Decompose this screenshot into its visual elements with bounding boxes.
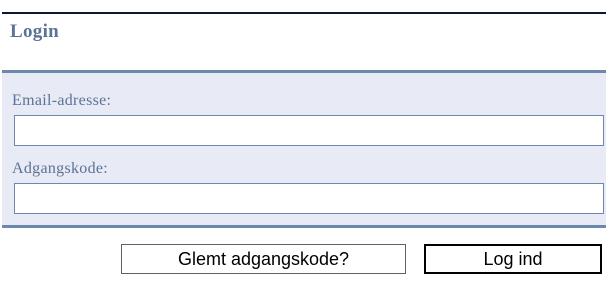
email-label: Email-adresse: (12, 92, 112, 109)
login-form: Email-adresse: Adgangskode: (2, 73, 606, 225)
login-button[interactable]: Log ind (424, 244, 602, 274)
email-field[interactable] (14, 115, 604, 146)
footer-divider (2, 225, 606, 228)
login-header (2, 14, 606, 70)
password-field[interactable] (14, 183, 604, 214)
forgot-password-button[interactable]: Glemt adgangskode? (121, 244, 406, 274)
login-panel: Login Email-adresse: Adgangskode: Glemt … (0, 0, 606, 282)
password-label: Adgangskode: (12, 160, 109, 177)
login-title: Login (10, 21, 60, 42)
